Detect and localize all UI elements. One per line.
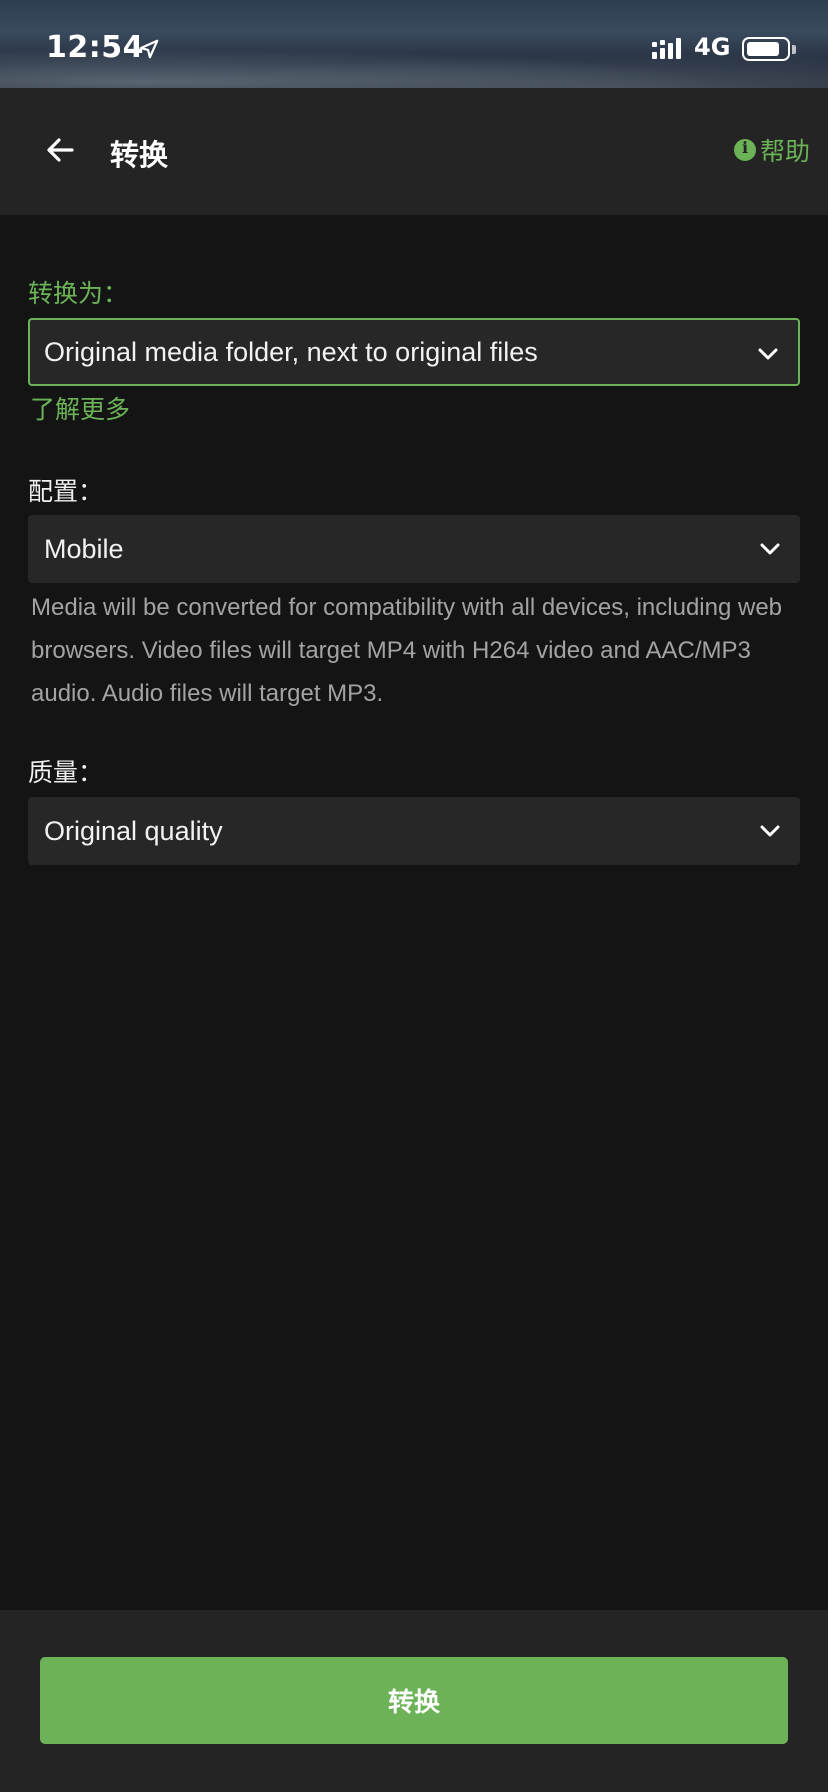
profile-value: Mobile [44, 533, 124, 564]
destination-value: Original media folder, next to original … [44, 336, 538, 367]
chevron-down-icon [760, 825, 780, 837]
quality-value: Original quality [44, 815, 223, 846]
profile-description: Media will be converted for compatibilit… [31, 594, 783, 707]
bottom-bar: 转换 [0, 1610, 828, 1792]
learn-more-link[interactable]: 了解更多 [30, 390, 130, 426]
back-button[interactable] [34, 124, 86, 176]
profile-label: 配置： [28, 477, 104, 506]
page-title: 转换 [110, 138, 169, 172]
chevron-down-icon [758, 348, 778, 360]
quality-select[interactable]: Original quality [28, 797, 800, 865]
quality-label: 质量： [28, 758, 104, 787]
help-link[interactable]: 帮助 [734, 132, 810, 168]
chevron-down-icon [760, 543, 780, 555]
arrow-left-icon [47, 138, 74, 162]
network-type: 4G [694, 33, 731, 61]
help-label: 帮助 [760, 137, 811, 166]
location-arrow-icon [139, 39, 159, 59]
destination-select[interactable]: Original media folder, next to original … [28, 318, 800, 386]
battery-tip [792, 45, 796, 54]
app-bar: 转换 帮助 [0, 88, 828, 215]
destination-label: 转换为： [28, 279, 129, 308]
convert-button-label: 转换 [387, 1688, 440, 1718]
signal-icon [652, 38, 681, 59]
battery-icon [742, 37, 790, 61]
convert-button[interactable]: 转换 [40, 1657, 788, 1744]
status-bar: 12:54 4G [0, 0, 828, 88]
info-icon [734, 138, 756, 161]
profile-select[interactable]: Mobile [28, 515, 800, 583]
status-time: 12:54 [46, 30, 144, 65]
